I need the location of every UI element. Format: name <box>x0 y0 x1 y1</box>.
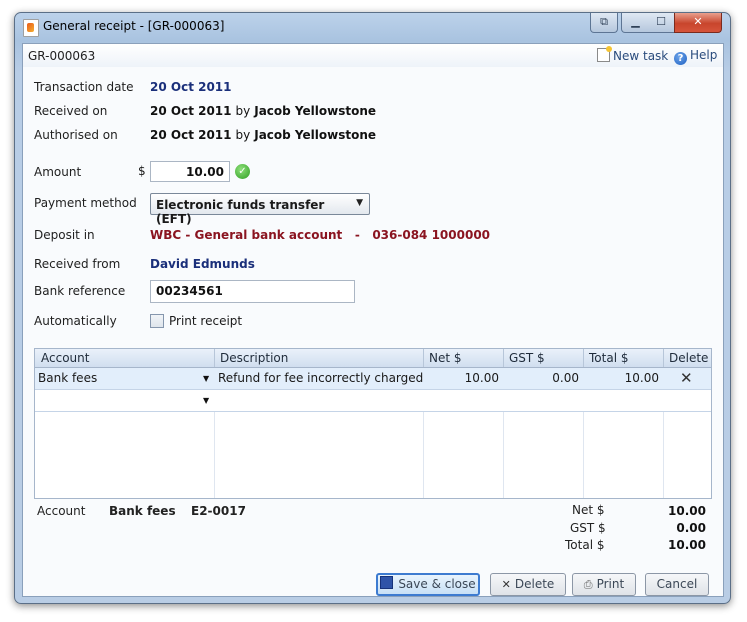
amount-label: Amount <box>34 165 82 179</box>
row-net[interactable]: 10.00 <box>427 371 499 385</box>
row-description[interactable]: Refund for fee incorrectly charged <box>218 371 423 385</box>
amount-input[interactable]: 10.00 <box>150 161 230 182</box>
summary-account-name: Bank fees <box>109 504 176 518</box>
close-button[interactable]: ✕ <box>674 13 722 33</box>
header-net[interactable]: Net $ <box>429 351 462 365</box>
received-on-value: 20 Oct 2011 by Jacob Yellowstone <box>150 104 377 118</box>
summary-total-label: Total $ <box>565 538 605 552</box>
print-button[interactable]: ⎙ Print <box>572 573 636 596</box>
header-gst[interactable]: GST $ <box>509 351 545 365</box>
chevron-down-icon: ▼ <box>356 198 363 208</box>
summary-account-label: Account <box>37 504 86 518</box>
automatically-label: Automatically <box>34 314 117 328</box>
currency-symbol: $ <box>138 164 146 178</box>
maximize-button[interactable]: ☐ <box>648 13 675 33</box>
summary-gst-value: 0.00 <box>676 521 706 535</box>
app-icon <box>23 19 39 37</box>
row-gst[interactable]: 0.00 <box>507 371 579 385</box>
summary-net-value: 10.00 <box>668 504 706 518</box>
receipt-form: Transaction date 20 Oct 2011 Received on… <box>23 67 723 596</box>
delete-row-icon[interactable]: ✕ <box>680 369 693 387</box>
header-description[interactable]: Description <box>220 351 288 365</box>
received-from-value[interactable]: David Edmunds <box>150 257 255 271</box>
delete-icon: ✕ <box>501 578 511 591</box>
delete-button[interactable]: ✕ Delete <box>490 573 566 596</box>
summary-total-value: 10.00 <box>668 538 706 552</box>
payment-method-label: Payment method <box>34 196 137 210</box>
header-delete: Delete <box>669 351 709 365</box>
deposit-in-label: Deposit in <box>34 228 95 242</box>
table-row-empty[interactable]: ▼ <box>35 390 711 412</box>
transaction-date-value[interactable]: 20 Oct 2011 <box>150 80 232 94</box>
header-account[interactable]: Account <box>41 351 89 365</box>
print-receipt-checkbox[interactable] <box>150 314 164 328</box>
help-icon: ? <box>674 52 687 65</box>
help-link[interactable]: ? Help <box>674 48 717 65</box>
client-area: GR-000063 New task ? Help Transaction dat… <box>22 43 724 597</box>
deposit-in-value[interactable]: WBC - General bank account - 036-084 100… <box>150 228 490 242</box>
transaction-date-label: Transaction date <box>34 80 134 94</box>
print-receipt-label[interactable]: Print receipt <box>169 314 242 328</box>
received-on-label: Received on <box>34 104 108 118</box>
row-total[interactable]: 10.00 <box>587 371 659 385</box>
save-icon <box>380 576 394 589</box>
task-bar: GR-000063 New task ? Help <box>23 44 723 68</box>
chevron-down-icon[interactable]: ▼ <box>203 396 209 405</box>
chevron-down-icon[interactable]: ▼ <box>203 374 209 383</box>
restore-down-icon[interactable]: ⧉ <box>590 13 618 33</box>
authorised-on-value: 20 Oct 2011 by Jacob Yellowstone <box>150 128 377 142</box>
summary-account-code: E2-0017 <box>191 504 246 518</box>
new-task-link[interactable]: New task <box>597 46 668 63</box>
new-task-icon <box>597 46 612 62</box>
general-receipt-window: General receipt - [GR-000063] ⧉ ▁ ☐ ✕ GR… <box>14 12 731 604</box>
document-id: GR-000063 <box>28 49 96 63</box>
valid-check-icon: ✓ <box>235 164 250 179</box>
received-from-label: Received from <box>34 257 121 271</box>
save-close-button[interactable]: Save & close <box>376 573 480 596</box>
header-total[interactable]: Total $ <box>589 351 628 365</box>
minimize-button[interactable]: ▁ <box>621 13 650 33</box>
title-bar[interactable]: General receipt - [GR-000063] ⧉ ▁ ☐ ✕ <box>15 13 730 41</box>
account-grid: Account Description Net $ GST $ Total $ … <box>34 348 712 499</box>
bank-reference-input[interactable]: 00234561 <box>150 280 355 303</box>
grid-header: Account Description Net $ GST $ Total $ … <box>35 349 711 368</box>
authorised-on-label: Authorised on <box>34 128 118 142</box>
row-account[interactable]: Bank fees <box>38 371 97 385</box>
table-row[interactable]: Bank fees ▼ Refund for fee incorrectly c… <box>35 368 711 390</box>
bank-reference-label: Bank reference <box>34 284 126 298</box>
summary-net-label: Net $ <box>572 503 605 517</box>
cancel-button[interactable]: Cancel <box>645 573 709 596</box>
window-title: General receipt - [GR-000063] <box>43 19 225 33</box>
summary-gst-label: GST $ <box>570 521 606 535</box>
printer-icon: ⎙ <box>583 578 593 591</box>
payment-method-select[interactable]: Electronic funds transfer (EFT) ▼ <box>150 193 370 226</box>
